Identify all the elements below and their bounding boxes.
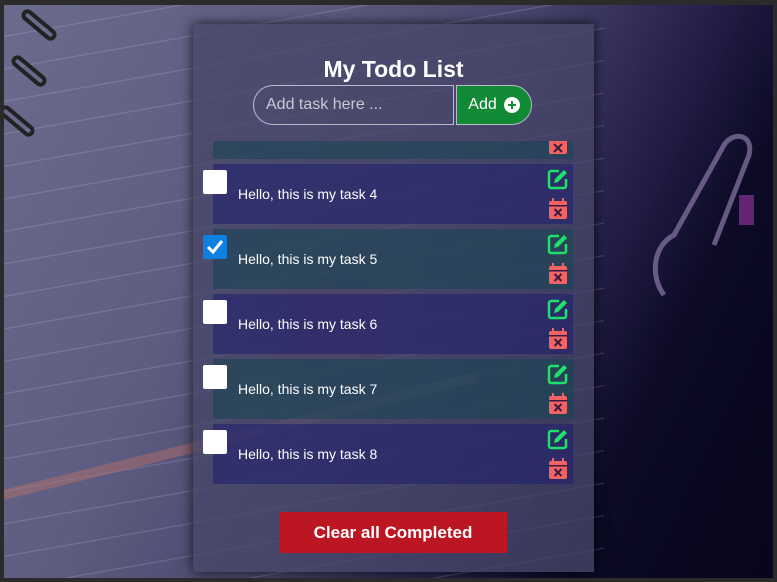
task-text: Hello, this is my task 8 <box>238 446 378 462</box>
add-button-label: Add <box>468 96 497 113</box>
calendar-x-icon[interactable] <box>548 458 568 480</box>
background-photo: My Todo List Add Hello, this is my task … <box>4 5 773 578</box>
task-item: Hello, this is my task 6 <box>203 294 573 354</box>
todo-panel: My Todo List Add Hello, this is my task … <box>193 24 594 572</box>
task-item: Hello, this is my task 8 <box>203 424 573 484</box>
calendar-x-icon[interactable] <box>548 328 568 350</box>
task-checkbox[interactable] <box>203 365 227 389</box>
task-text: Hello, this is my task 4 <box>238 186 378 202</box>
checkmark-icon <box>206 240 224 255</box>
task-list: Hello, this is my task 4 Hello, this is m… <box>193 141 594 489</box>
edit-pencil-icon[interactable] <box>547 363 569 385</box>
task-item: Hello, this is my task 7 <box>203 359 573 419</box>
add-task-button[interactable]: Add <box>456 85 532 125</box>
task-checkbox[interactable] <box>203 170 227 194</box>
task-checkbox[interactable] <box>203 430 227 454</box>
task-text: Hello, this is my task 5 <box>238 251 378 267</box>
edit-pencil-icon[interactable] <box>547 298 569 320</box>
plus-circle-icon <box>503 97 520 113</box>
edit-pencil-icon[interactable] <box>547 233 569 255</box>
paperclip-decoration <box>652 133 754 297</box>
add-task-input[interactable] <box>253 85 454 125</box>
task-item: Hello, this is my task 5 <box>203 229 573 289</box>
calendar-x-icon[interactable] <box>548 263 568 285</box>
app-title: My Todo List <box>323 56 464 82</box>
task-text: Hello, this is my task 7 <box>238 381 378 397</box>
task-item: Hello, this is my task 4 <box>203 164 573 224</box>
clear-completed-button[interactable]: Clear all Completed <box>279 512 507 553</box>
edit-pencil-icon[interactable] <box>547 428 569 450</box>
calendar-x-icon[interactable] <box>548 141 568 155</box>
task-item-partial <box>213 141 573 159</box>
calendar-x-icon[interactable] <box>548 198 568 220</box>
calendar-x-icon[interactable] <box>548 393 568 415</box>
task-checkbox[interactable] <box>203 300 227 324</box>
edit-pencil-icon[interactable] <box>547 168 569 190</box>
task-text: Hello, this is my task 6 <box>238 316 378 332</box>
task-checkbox[interactable] <box>203 235 227 259</box>
